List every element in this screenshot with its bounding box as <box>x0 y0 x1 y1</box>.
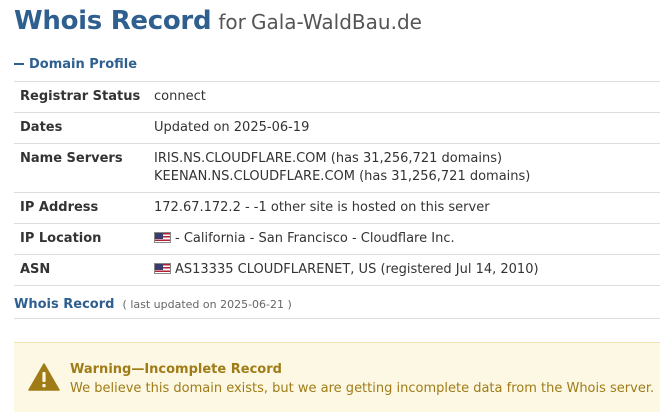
dates-value: Updated on 2025-06-19 <box>148 112 660 144</box>
asn-value: AS13335 CLOUDFLARENET, US (registered Ju… <box>175 262 539 277</box>
table-row: Dates Updated on 2025-06-19 <box>14 112 660 144</box>
table-row: IP Address 172.67.172.2 - -1 other site … <box>14 192 660 224</box>
name-server-1: IRIS.NS.CLOUDFLARE.COM (has 31,256,721 d… <box>154 151 503 166</box>
asn-label: ASN <box>14 254 148 286</box>
warning-text: We believe this domain exists, but we ar… <box>70 381 655 396</box>
whois-record-link[interactable]: Whois Record <box>14 297 114 312</box>
divider <box>14 318 660 319</box>
ip-location-value: - California - San Francisco - Cloudflar… <box>175 231 455 246</box>
title-main: Whois Record <box>14 6 212 36</box>
registrar-status-label: Registrar Status <box>14 81 148 113</box>
table-row: Registrar Status connect <box>14 81 660 113</box>
domain-profile-table: Registrar Status connect Dates Updated o… <box>14 81 660 286</box>
us-flag-icon <box>154 263 171 274</box>
whois-last-updated: ( last updated on 2025-06-21 ) <box>122 298 292 311</box>
ip-address-value: 172.67.172.2 - -1 other site is hosted o… <box>148 192 660 224</box>
asn-cell: AS13335 CLOUDFLARENET, US (registered Ju… <box>148 254 660 286</box>
warning-box: Warning—Incomplete Record We believe thi… <box>14 342 660 412</box>
name-servers-label: Name Servers <box>14 143 148 193</box>
warning-triangle-icon <box>28 363 60 391</box>
collapse-icon <box>14 62 24 65</box>
table-row: IP Location - California - San Francisco… <box>14 223 660 255</box>
whois-page: Whois Record for Gala-WaldBau.de Domain … <box>0 0 661 412</box>
table-row: ASN AS13335 CLOUDFLARENET, US (registere… <box>14 254 660 286</box>
warning-title: Warning—Incomplete Record <box>70 362 282 377</box>
name-servers-value: IRIS.NS.CLOUDFLARE.COM (has 31,256,721 d… <box>148 143 660 193</box>
registrar-status-value: connect <box>148 81 660 113</box>
domain-profile-heading: Domain Profile <box>29 57 138 72</box>
ip-address-label: IP Address <box>14 192 148 224</box>
table-row: Name Servers IRIS.NS.CLOUDFLARE.COM (has… <box>14 143 660 193</box>
page-title: Whois Record for Gala-WaldBau.de <box>14 6 422 36</box>
us-flag-icon <box>154 232 171 243</box>
title-for: for <box>218 10 246 34</box>
ip-location-cell: - California - San Francisco - Cloudflar… <box>148 223 660 255</box>
ip-location-label: IP Location <box>14 223 148 255</box>
domain-profile-toggle[interactable]: Domain Profile <box>14 57 137 72</box>
whois-record-header: Whois Record ( last updated on 2025-06-2… <box>14 293 292 312</box>
name-server-2: KEENAN.NS.CLOUDFLARE.COM (has 31,256,721… <box>154 169 531 184</box>
title-domain: Gala-WaldBau.de <box>250 10 422 34</box>
dates-label: Dates <box>14 112 148 144</box>
